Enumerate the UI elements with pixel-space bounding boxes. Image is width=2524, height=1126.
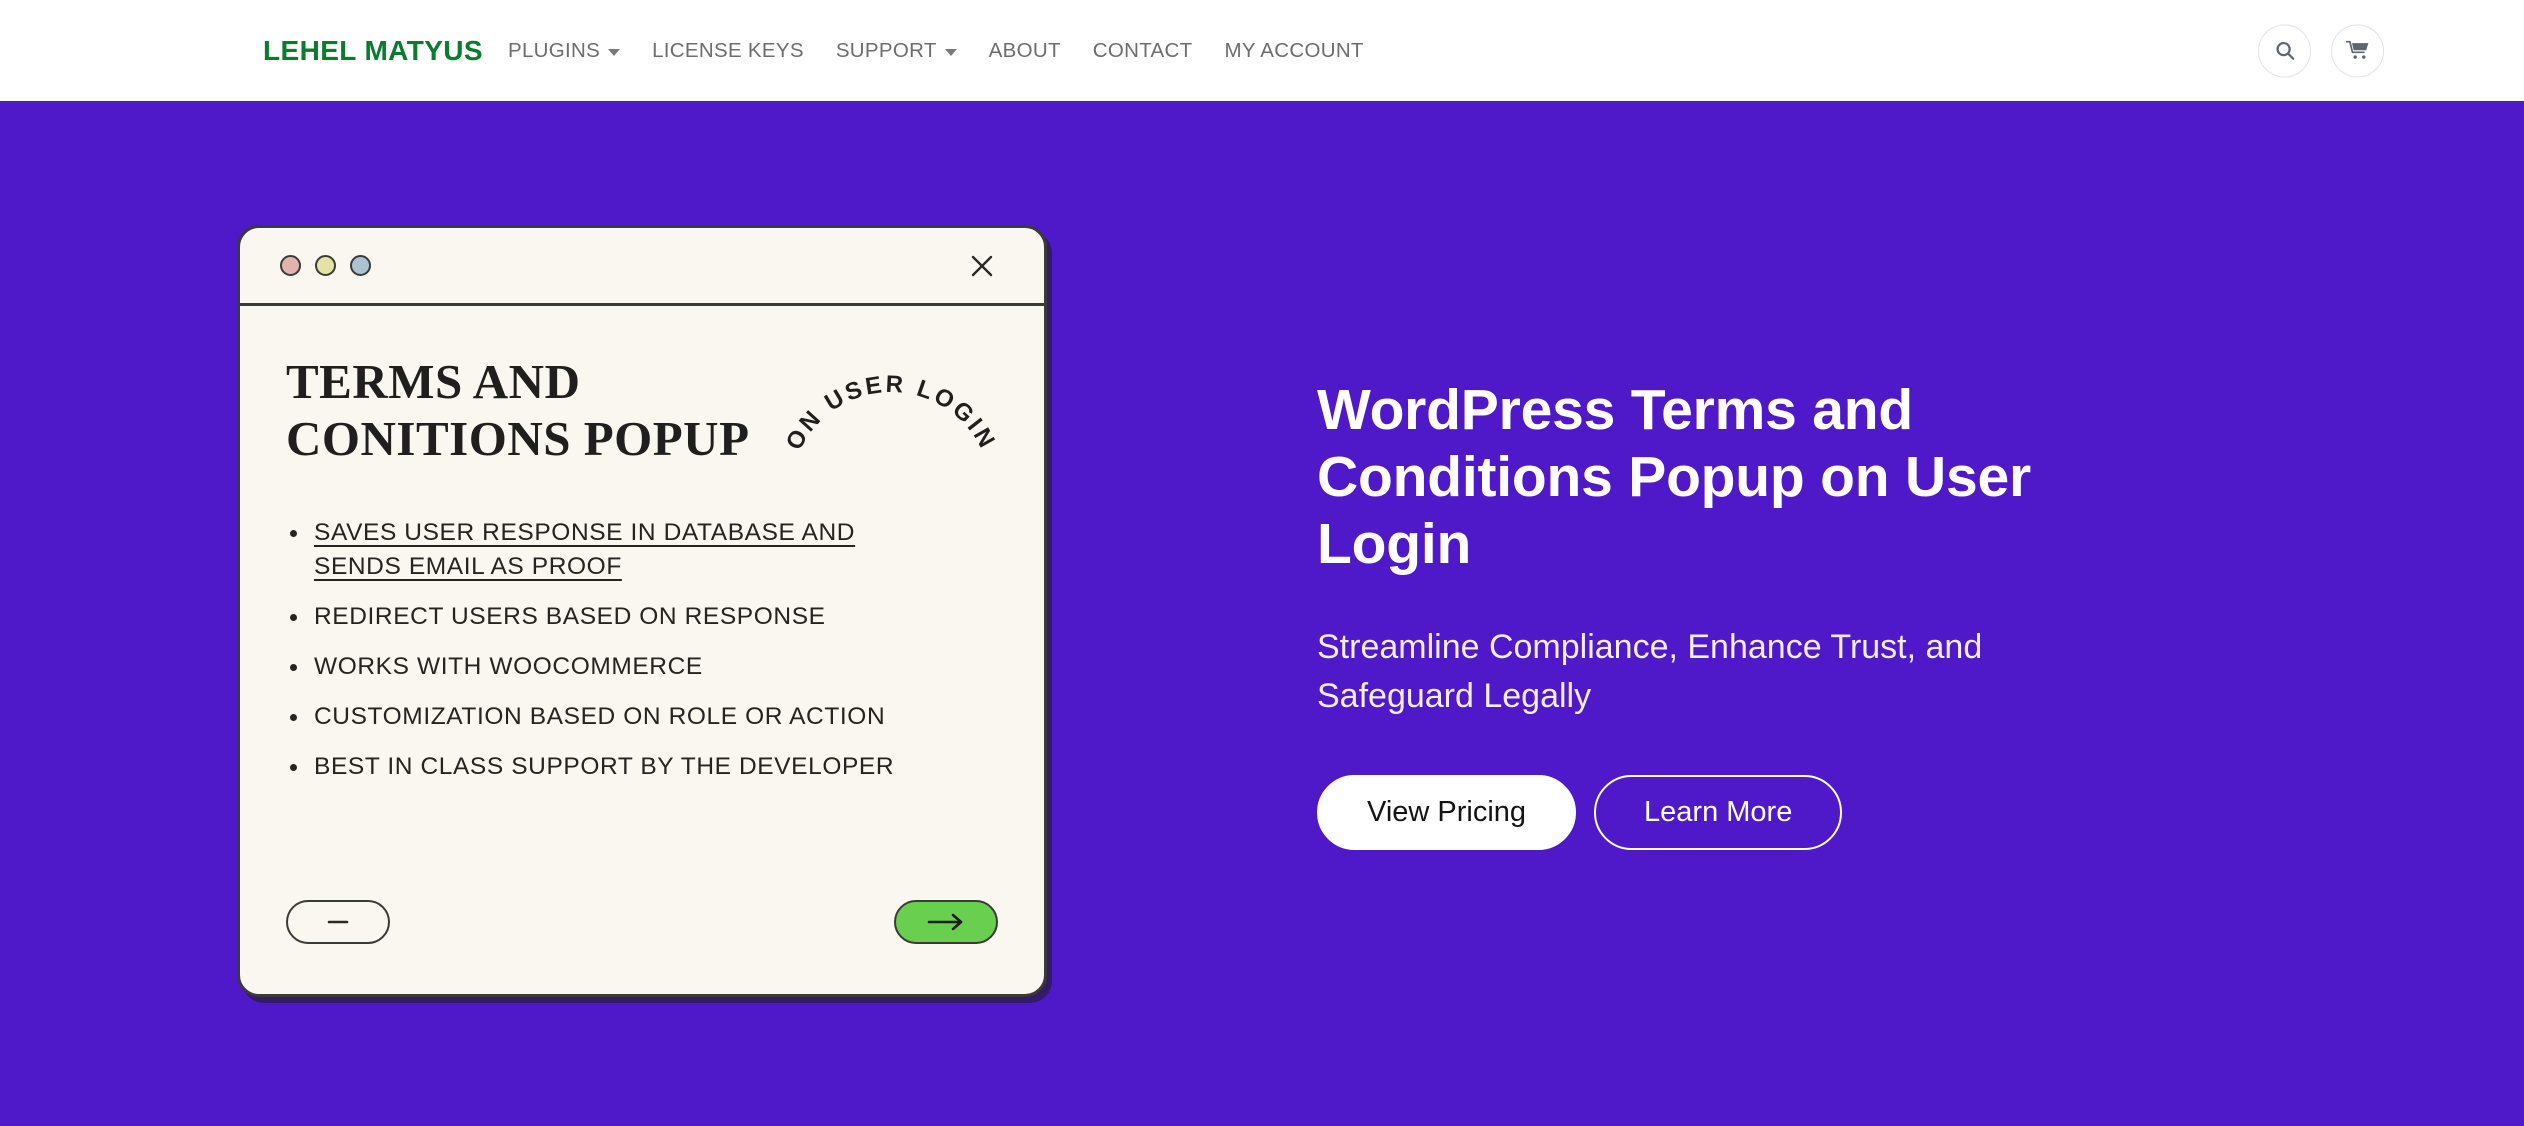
minus-icon [327, 920, 349, 924]
nav-item-plugins[interactable]: PLUGINS [508, 39, 636, 63]
feature-item: WORKS WITH WOOCOMMERCE [286, 650, 926, 685]
view-pricing-button[interactable]: View Pricing [1317, 775, 1577, 851]
arrow-right-icon [927, 913, 963, 931]
window-controls [280, 255, 371, 276]
cart-button[interactable] [2331, 24, 2384, 77]
site-logo[interactable]: LEHEL MATYUS [263, 35, 483, 67]
chevron-down-icon [944, 49, 957, 56]
mockup-body: TERMS AND CONITIONS POPUP ON USER LOGIN … [240, 306, 1044, 994]
svg-text:ON USER LOGIN: ON USER LOGIN [781, 371, 1002, 455]
feature-item: SAVES USER RESPONSE IN DATABASE AND SEND… [286, 516, 926, 586]
hero-subtitle: Streamline Compliance, Enhance Trust, an… [1317, 627, 1983, 715]
search-icon [2275, 41, 2294, 60]
chevron-down-icon [608, 49, 621, 56]
popup-mockup-card: TERMS AND CONITIONS POPUP ON USER LOGIN … [237, 225, 1047, 997]
page-title: WordPress Terms and Conditions Popup on … [1317, 377, 2031, 577]
learn-more-button[interactable]: Learn More [1594, 775, 1843, 851]
feature-text: SAVES USER RESPONSE IN DATABASE AND SEND… [314, 518, 856, 581]
mockup-feature-list: SAVES USER RESPONSE IN DATABASE AND SEND… [286, 516, 998, 785]
nav-item-label: MY ACCOUNT [1224, 38, 1364, 62]
cart-icon [2345, 40, 2368, 59]
feature-text: REDIRECT USERS BASED ON RESPONSE [314, 603, 826, 631]
header-actions [2258, 24, 2384, 77]
hero-cta-group: View Pricing Learn More [1317, 775, 2317, 851]
nav-item-label: ABOUT [988, 38, 1061, 62]
nav-item-contact[interactable]: CONTACT [1077, 39, 1209, 63]
close-icon [971, 255, 993, 276]
nav-item-label: PLUGINS [508, 38, 601, 62]
arc-label-text: ON USER LOGIN [781, 371, 999, 455]
close-dot-icon [280, 255, 301, 276]
site-header: LEHEL MATYUS PLUGINS LICENSE KEYS SUPPOR… [0, 0, 2524, 101]
nav-item-license-keys[interactable]: LICENSE KEYS [636, 39, 820, 63]
feature-item: REDIRECT USERS BASED ON RESPONSE [286, 600, 926, 635]
nav-item-label: CONTACT [1092, 38, 1193, 62]
feature-text: BEST IN CLASS SUPPORT BY THE DEVELOPER [314, 752, 895, 780]
maximize-dot-icon [350, 255, 371, 276]
mockup-close-button[interactable] [967, 251, 997, 281]
feature-item: BEST IN CLASS SUPPORT BY THE DEVELOPER [286, 750, 926, 785]
feature-text: CUSTOMIZATION BASED ON ROLE OR ACTION [314, 702, 886, 730]
nav-item-label: SUPPORT [835, 38, 937, 62]
feature-text: WORKS WITH WOOCOMMERCE [314, 653, 703, 680]
mockup-title: TERMS AND CONITIONS POPUP [286, 354, 750, 466]
mockup-decline-button[interactable] [286, 900, 390, 944]
mockup-footer [286, 900, 998, 944]
search-button[interactable] [2258, 24, 2311, 77]
mockup-titlebar [240, 228, 1044, 306]
arc-label-on-user-login: ON USER LOGIN [781, 371, 1002, 455]
hero-section: TERMS AND CONITIONS POPUP ON USER LOGIN … [0, 101, 2524, 1126]
nav-item-support[interactable]: SUPPORT [820, 39, 973, 63]
nav-item-label: LICENSE KEYS [652, 38, 804, 62]
nav-item-about[interactable]: ABOUT [973, 39, 1077, 63]
main-navigation: PLUGINS LICENSE KEYS SUPPORT ABOUT CONTA… [508, 39, 1380, 63]
feature-item: CUSTOMIZATION BASED ON ROLE OR ACTION [286, 700, 926, 735]
mockup-accept-button[interactable] [894, 900, 998, 944]
hero-copy: WordPress Terms and Conditions Popup on … [1317, 101, 2317, 1126]
nav-item-my-account[interactable]: MY ACCOUNT [1208, 39, 1379, 63]
minimize-dot-icon [315, 255, 336, 276]
